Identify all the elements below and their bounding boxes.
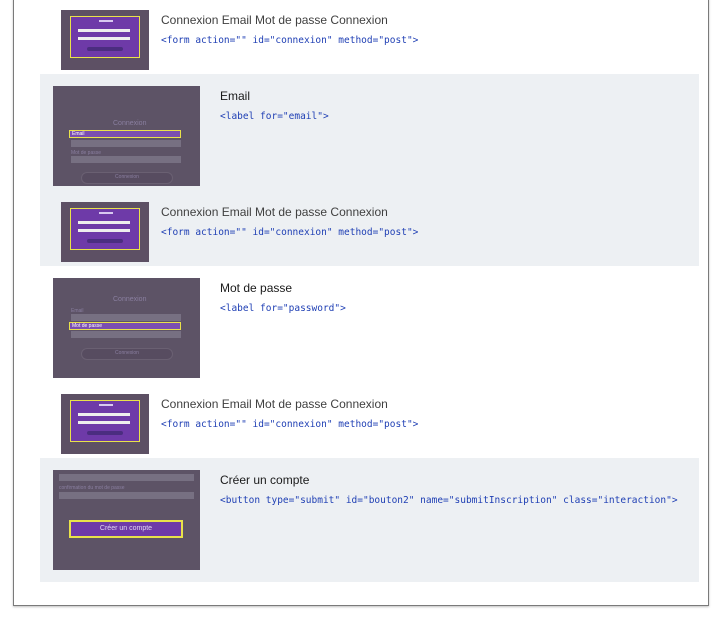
item-code: <label for="email"> [220, 111, 329, 122]
element-list: Connexion Email Mot de passe Connexion <… [40, 0, 699, 582]
email-thumbnail: Connexion Email Mot de passe Connexion [53, 86, 200, 186]
highlighted-create-button: Créer un compte [69, 520, 183, 538]
password-thumbnail: Connexion Email Mot de passe Connexion [53, 278, 200, 378]
item-title: Connexion Email Mot de passe Connexion [161, 397, 388, 411]
item-title: Connexion Email Mot de passe Connexion [161, 13, 388, 27]
item-code: <form action="" id="connexion" method="p… [161, 419, 419, 430]
item-title: Mot de passe [220, 281, 293, 295]
list-item[interactable]: confirmation du mot de passe Créer un co… [40, 458, 699, 582]
form-thumbnail [61, 202, 149, 262]
highlighted-email-field: Email [69, 130, 181, 138]
list-item[interactable]: Connexion Email Mot de passe Connexion E… [40, 74, 699, 266]
item-code: <label for="password"> [220, 303, 346, 314]
item-title: Créer un compte [220, 473, 310, 487]
thumb-heading: Connexion [113, 120, 147, 127]
form-thumbnail [61, 10, 149, 70]
form-thumbnail [61, 394, 149, 454]
list-item[interactable]: Connexion Email Mot de passe Connexion <… [40, 0, 699, 74]
highlighted-password-field: Mot de passe [69, 322, 181, 330]
thumb-heading: Connexion [113, 296, 147, 303]
item-title: Connexion Email Mot de passe Connexion [161, 205, 388, 219]
item-code: <button type="submit" id="bouton2" name=… [220, 495, 678, 506]
item-code: <form action="" id="connexion" method="p… [161, 35, 419, 46]
thumb-button: Connexion [81, 172, 173, 184]
item-title: Email [220, 89, 251, 103]
thumb-button: Connexion [81, 348, 173, 360]
list-item[interactable]: Connexion Email Mot de passe Connexion M… [40, 266, 699, 458]
create-account-thumbnail: confirmation du mot de passe Créer un co… [53, 470, 200, 570]
item-code: <form action="" id="connexion" method="p… [161, 227, 419, 238]
